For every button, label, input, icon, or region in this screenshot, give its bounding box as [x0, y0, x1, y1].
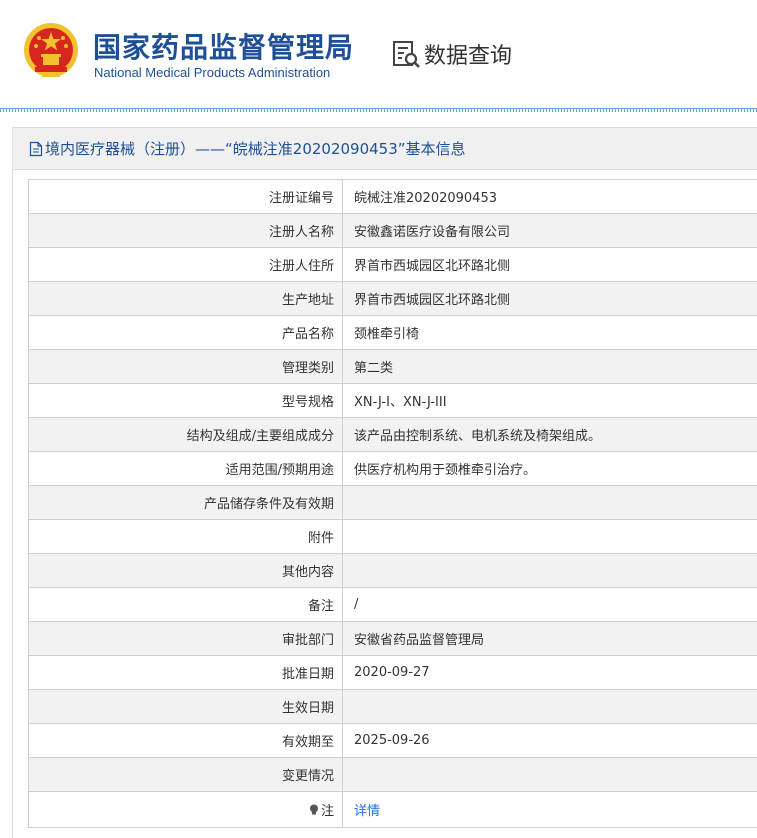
- table-row: 其他内容: [28, 553, 757, 588]
- org-name-cn: 国家药品监督管理局: [93, 31, 355, 64]
- row-value: /: [342, 587, 757, 622]
- panel-title-bar: 境内医疗器械（注册）——“皖械注准20202090453”基本信息: [13, 128, 757, 170]
- row-label: 结构及组成/主要组成成分: [28, 417, 343, 452]
- row-value: [342, 485, 757, 520]
- row-value: [342, 757, 757, 792]
- table-row: 批准日期 2020-09-27: [28, 655, 757, 690]
- row-label: 注册人住所: [28, 247, 343, 282]
- row-value: 供医疗机构用于颈椎牵引治疗。: [342, 451, 757, 486]
- data-query-icon[interactable]: [392, 40, 422, 70]
- panel-title: 境内医疗器械（注册）——“皖械注准20202090453”基本信息: [45, 140, 466, 158]
- note-label: 注: [320, 804, 334, 819]
- row-label: 生效日期: [28, 689, 343, 724]
- table-row: 生产地址 界首市西城园区北环路北侧: [28, 281, 757, 316]
- table-row: 变更情况: [28, 757, 757, 792]
- row-value: 该产品由控制系统、电机系统及椅架组成。: [342, 417, 757, 452]
- row-value: 界首市西城园区北环路北侧: [342, 281, 757, 316]
- header-divider: [0, 108, 757, 112]
- row-label: 备注: [28, 587, 343, 622]
- lightbulb-icon: [309, 804, 318, 815]
- row-label: 生产地址: [28, 281, 343, 316]
- row-value: [342, 689, 757, 724]
- row-label: 管理类别: [28, 349, 343, 384]
- table-row: 结构及组成/主要组成成分 该产品由控制系统、电机系统及椅架组成。: [28, 417, 757, 452]
- table-row: 附件: [28, 519, 757, 554]
- row-label: 适用范围/预期用途: [28, 451, 343, 486]
- row-label: 注册证编号: [28, 179, 343, 214]
- table-row: 适用范围/预期用途 供医疗机构用于颈椎牵引治疗。: [28, 451, 757, 486]
- table-row: 型号规格 XN-J-I、XN-J-III: [28, 383, 757, 418]
- note-row: 注 详情: [28, 791, 757, 828]
- table-row: 产品储存条件及有效期: [28, 485, 757, 520]
- table-row: 注册人名称 安徽鑫诺医疗设备有限公司: [28, 213, 757, 248]
- row-label: 型号规格: [28, 383, 343, 418]
- row-value: 界首市西城园区北环路北侧: [342, 247, 757, 282]
- row-value: 安徽省药品监督管理局: [342, 621, 757, 656]
- table-row: 备注 /: [28, 587, 757, 622]
- table-row: 审批部门 安徽省药品监督管理局: [28, 621, 757, 656]
- table-row: 产品名称 颈椎牵引椅: [28, 315, 757, 350]
- row-value: 第二类: [342, 349, 757, 384]
- row-label: 产品储存条件及有效期: [28, 485, 343, 520]
- note-value-cell: 详情: [342, 791, 757, 828]
- row-value: 皖械注准20202090453: [342, 179, 757, 214]
- row-value: XN-J-I、XN-J-III: [342, 383, 757, 418]
- document-icon: [29, 141, 43, 156]
- row-label: 变更情况: [28, 757, 343, 792]
- row-label: 产品名称: [28, 315, 343, 350]
- row-label: 批准日期: [28, 655, 343, 690]
- details-link[interactable]: 详情: [354, 804, 380, 819]
- row-label: 有效期至: [28, 723, 343, 758]
- row-label: 其他内容: [28, 553, 343, 588]
- row-value: 颈椎牵引椅: [342, 315, 757, 350]
- row-value: 2025-09-26: [342, 723, 757, 758]
- row-label: 审批部门: [28, 621, 343, 656]
- site-header: 国家药品监督管理局 National Medical Products Admi…: [0, 0, 757, 112]
- table-row: 生效日期: [28, 689, 757, 724]
- table-row: 管理类别 第二类: [28, 349, 757, 384]
- note-label-cell: 注: [28, 791, 343, 828]
- table-row: 注册人住所 界首市西城园区北环路北侧: [28, 247, 757, 282]
- data-query-title[interactable]: 数据查询: [424, 38, 512, 70]
- row-value: 2020-09-27: [342, 655, 757, 690]
- device-info-panel: 境内医疗器械（注册）——“皖械注准20202090453”基本信息 注册证编号皖…: [12, 127, 757, 838]
- org-name-en: National Medical Products Administration: [94, 65, 331, 80]
- table-row: 注册证编号 皖械注准20202090453: [28, 179, 757, 214]
- row-label: 注册人名称: [28, 213, 343, 248]
- row-value: [342, 519, 757, 554]
- row-label: 附件: [28, 519, 343, 554]
- national-emblem-icon: [24, 23, 78, 77]
- table-row: 有效期至 2025-09-26: [28, 723, 757, 758]
- row-value: [342, 553, 757, 588]
- row-value: 安徽鑫诺医疗设备有限公司: [342, 213, 757, 248]
- info-table: 注册证编号 皖械注准20202090453 注册人名称 安徽鑫诺医疗设备有限公司 注…: [28, 179, 757, 828]
